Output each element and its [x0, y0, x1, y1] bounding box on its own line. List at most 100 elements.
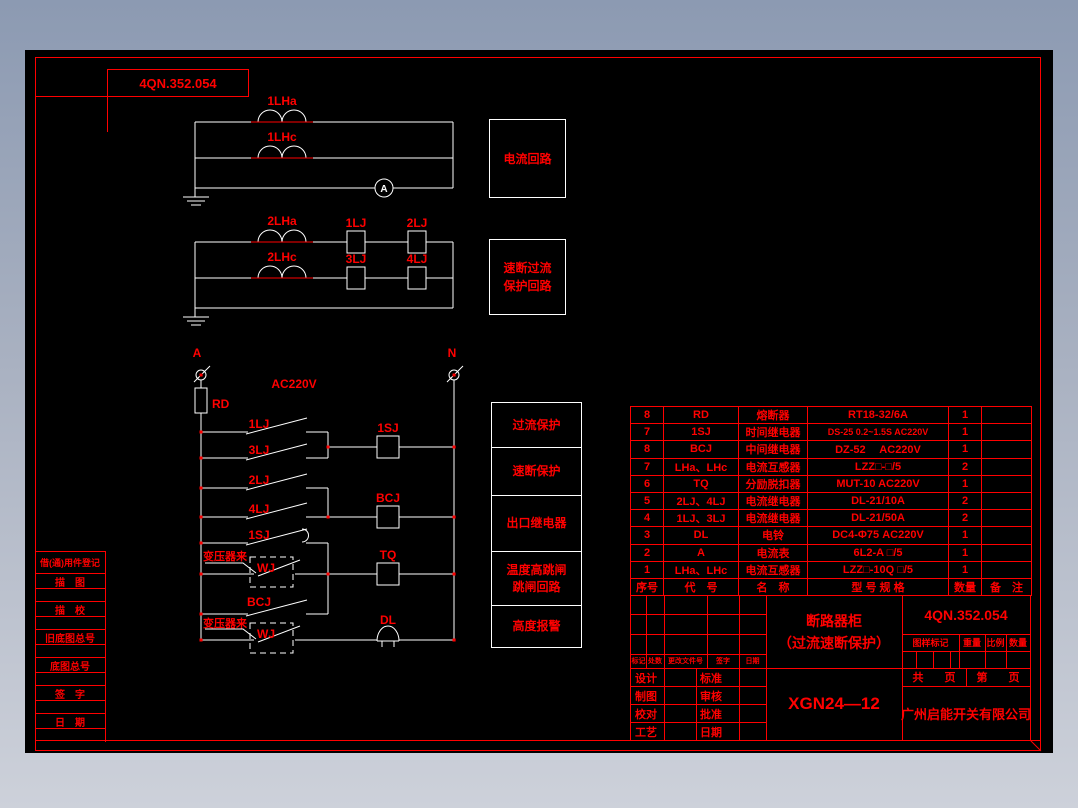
parts-cell: 1 — [949, 561, 982, 579]
parts-cell: DL — [664, 527, 739, 545]
tb-rev-count: 处数 — [648, 658, 662, 665]
tb-staff-review: 审核 — [700, 691, 722, 703]
ground-icon — [183, 196, 209, 206]
parts-header-seq: 序号 — [631, 578, 664, 596]
register-date: 日 期 — [35, 714, 105, 729]
label-phase-a: A — [193, 346, 202, 360]
label-coil-1sj: 1SJ — [377, 421, 398, 435]
tb-staff-draft: 制图 — [635, 691, 657, 703]
label-from-transformer-1: 变压器来 — [203, 549, 248, 563]
register-title: 借(通)用件登记 — [35, 552, 105, 574]
label-contact-3lj: 3LJ — [249, 443, 270, 457]
parts-cell — [982, 544, 1032, 562]
parts-cell: 1 — [949, 475, 982, 493]
parts-cell: 1 — [949, 527, 982, 545]
tb-mark-qty: 数量 — [1008, 638, 1027, 648]
parts-cell: LHa、LHc — [664, 561, 739, 579]
relay-box-2lj — [407, 230, 427, 254]
register-block: 借(通)用件登记 描 图 描 校 旧底图总号 底图总号 签 字 日 期 — [35, 551, 106, 742]
tb-staff-proof: 校对 — [635, 709, 657, 721]
box-quick-break-line2: 保护回路 — [503, 279, 552, 293]
parts-cell: 2LJ、4LJ — [664, 492, 739, 511]
parts-table: 8 RD 熔断器 RT18-32/6A 1 7 1SJ 时间继电器 DS-25 0.2~1.5… — [630, 406, 1032, 596]
parts-cell: 6L2-A □/5 — [808, 544, 949, 562]
parts-cell: 7 — [631, 424, 664, 442]
register-gap — [35, 617, 105, 630]
register-trace: 描 图 — [35, 574, 105, 589]
label-contact-1lj: 1LJ — [249, 417, 270, 431]
tb-rev-file: 更改文件号 — [668, 658, 703, 665]
label-relay-1lj: 1LJ — [346, 216, 367, 230]
function-box-temp-trip: 温度高跳闸 跳闸回路 — [492, 552, 581, 606]
label-2lha: 2LHa — [267, 214, 297, 228]
parts-cell: 8 — [631, 441, 664, 459]
tb-pages-total: 共页 — [912, 672, 956, 684]
label-bell-dl: DL — [380, 613, 396, 627]
parts-header-name: 名 称 — [739, 578, 808, 596]
parts-cell: TQ — [664, 475, 739, 493]
parts-header-qty: 数量 — [949, 578, 982, 596]
parts-cell: 1 — [949, 424, 982, 442]
parts-cell: 1SJ — [664, 424, 739, 442]
function-box-column: 过流保护 速断保护 出口继电器 温度高跳闸 跳闸回路 高度报警 — [491, 402, 582, 648]
parts-cell: LZZ□-□/5 — [808, 458, 949, 476]
parts-cell: 电流继电器 — [739, 510, 808, 528]
current-circuit-wires — [183, 109, 454, 206]
cad-viewer-page: { "frame": { "code_box": "4QN.352.054" }… — [0, 0, 1078, 808]
fuse-rd-icon — [194, 387, 208, 414]
label-relay-4lj: 4LJ — [407, 252, 428, 266]
register-sign: 签 字 — [35, 686, 105, 701]
parts-cell — [982, 458, 1032, 476]
box-current-loop: 电流回路 — [489, 119, 566, 198]
parts-cell: A — [664, 544, 739, 562]
ground-icon-2 — [183, 316, 209, 326]
tb-mark-scale: 比例 — [986, 638, 1005, 648]
label-contact-4lj: 4LJ — [249, 502, 270, 516]
parts-cell: 1LJ、3LJ — [664, 510, 739, 528]
parts-cell: BCJ — [664, 441, 739, 459]
register-gap — [35, 673, 105, 686]
tb-rev-mark: 标记 — [631, 658, 646, 665]
label-1lha: 1LHa — [267, 94, 297, 108]
parts-cell — [982, 475, 1032, 493]
parts-cell: 时间继电器 — [739, 424, 808, 442]
parts-cell: 2 — [949, 510, 982, 528]
parts-cell: 4 — [631, 510, 664, 528]
parts-cell — [982, 492, 1032, 511]
relay-box-1lj — [346, 230, 366, 254]
label-2lhc: 2LHc — [267, 250, 297, 264]
register-gap — [35, 589, 105, 602]
bell-dl-icon — [376, 625, 400, 647]
parts-cell: 5 — [631, 492, 664, 511]
tb-staff-date: 日期 — [700, 727, 722, 739]
function-box-quickbreak: 速断保护 — [492, 448, 581, 496]
tb-staff-design: 设计 — [635, 673, 657, 685]
ct-2lha-icon — [257, 229, 307, 243]
tb-mark-weight: 重量 — [962, 638, 981, 648]
ct-1lha-icon — [257, 109, 307, 123]
parts-cell: 熔断器 — [739, 407, 808, 425]
label-coil-bcj: BCJ — [376, 491, 400, 505]
coil-1sj-icon — [376, 435, 400, 459]
tb-line — [631, 722, 766, 723]
parts-cell: DC4-Φ75 AC220V — [808, 527, 949, 545]
parts-cell: 6 — [631, 475, 664, 493]
label-1lhc: 1LHc — [267, 130, 297, 144]
label-contact-bcj: BCJ — [247, 595, 271, 609]
title-block: 标记 处数 更改文件号 签字 日期 设计 制图 校对 工艺 标准 审核 批准 日… — [630, 595, 1031, 741]
tb-line — [902, 651, 1030, 652]
label-coil-tq: TQ — [380, 548, 397, 562]
tb-line — [933, 651, 934, 668]
corner-diagonal — [1029, 739, 1042, 752]
label-phase-n: N — [448, 346, 457, 360]
box-quick-break-line1: 速断过流 — [503, 261, 552, 275]
register-old-base-no: 旧底图总号 — [35, 630, 105, 645]
tb-drawing-code: 4QN.352.054 — [924, 607, 1008, 623]
ammeter-icon: A — [374, 178, 394, 198]
parts-cell: 1 — [949, 407, 982, 425]
leader-line-1 — [205, 562, 257, 574]
register-base-no: 底图总号 — [35, 658, 105, 673]
register-gap — [35, 729, 105, 742]
tb-staff-approve: 批准 — [700, 709, 722, 721]
label-contact-wj2: WJ — [257, 627, 275, 641]
